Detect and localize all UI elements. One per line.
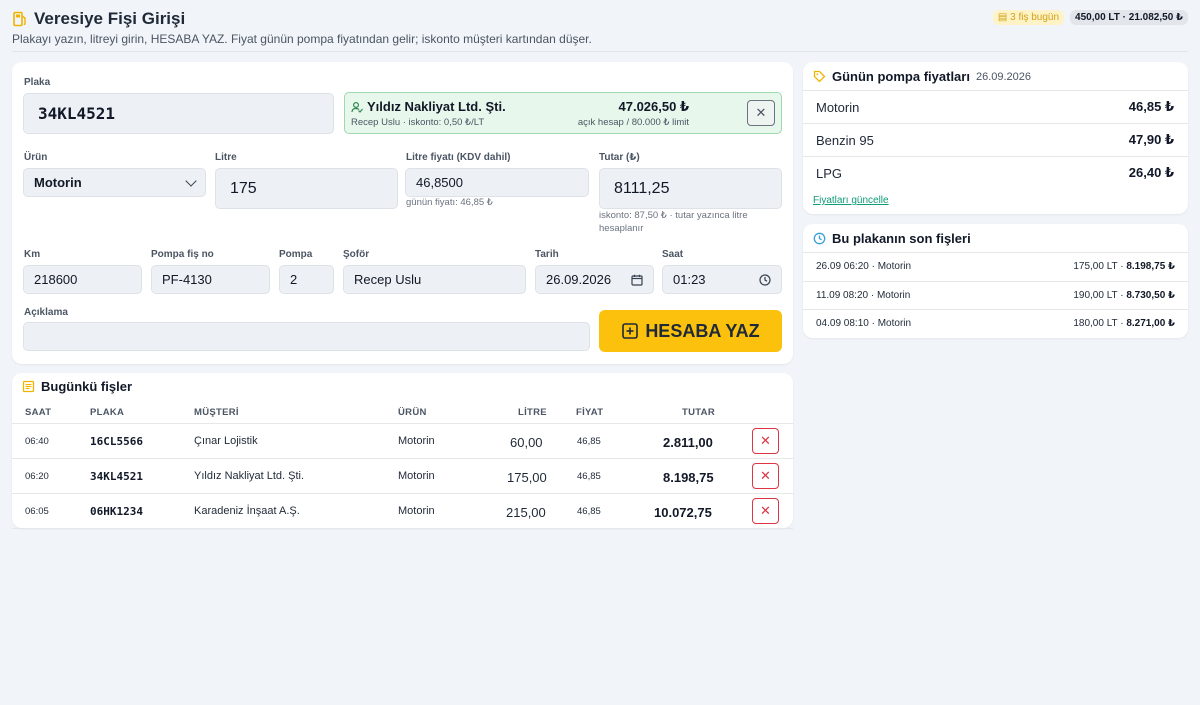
page-header: Veresiye Fişi Girişi Plakayı yazın, litr… bbox=[12, 8, 1188, 52]
driver-input[interactable]: Recep Uslu bbox=[343, 265, 526, 294]
total-hint: iskonto: 87,50 ₺ · tutar yazınca litre h… bbox=[599, 210, 748, 234]
column-header-price[interactable]: FİYAT bbox=[576, 407, 603, 418]
pump-prices-title: Günün pompa fiyatları bbox=[832, 69, 970, 84]
receipt-form-card: Plaka 34KL4521 Yıldız Nakliyat Ltd. Şti.… bbox=[12, 62, 793, 364]
column-header-time[interactable]: SAAT bbox=[25, 407, 51, 418]
price-row: Benzin 95 47,90 ₺ bbox=[803, 123, 1188, 156]
column-header-total[interactable]: TUTAR bbox=[682, 407, 715, 418]
pump-prices-date: 26.09.2026 bbox=[975, 70, 1032, 83]
driver-label: Şoför bbox=[343, 249, 370, 260]
litre-input[interactable]: 175 bbox=[215, 168, 398, 209]
receipt-icon: ▤ bbox=[997, 12, 1008, 23]
list-item: 26.09 06:20 · Motorin 175,00 LT · 8.198,… bbox=[803, 252, 1188, 280]
plate-recent-receipts-card: Bu plakanın son fişleri 26.09 06:20 · Mo… bbox=[803, 224, 1188, 338]
tag-icon bbox=[813, 70, 826, 83]
price-row: LPG 26,40 ₺ bbox=[803, 156, 1188, 189]
customer-details: Recep Uslu · iskonto: 0,50 ₺/LT bbox=[351, 117, 485, 128]
product-label: Ürün bbox=[24, 152, 48, 163]
delete-receipt-button[interactable]: ✕ bbox=[752, 463, 779, 489]
close-icon: ✕ bbox=[760, 468, 771, 483]
time-input[interactable]: 01:23 bbox=[662, 265, 782, 294]
submit-charge-button[interactable]: HESABA YAZ bbox=[599, 310, 782, 352]
column-header-product[interactable]: ÜRÜN bbox=[398, 407, 427, 418]
unit-price-hint: günün fiyatı: 46,85 ₺ bbox=[406, 197, 493, 208]
table-row: 06:20 34KL4521 Yıldız Nakliyat Ltd. Şti.… bbox=[12, 459, 793, 494]
todays-receipts-card: Bugünkü fişler SAAT PLAKA MÜŞTERİ ÜRÜN L… bbox=[12, 373, 793, 529]
km-input[interactable]: 218600 bbox=[23, 265, 142, 294]
customer-limit: açık hesap / 80.000 ₺ limit bbox=[577, 117, 689, 128]
chevron-down-icon bbox=[185, 175, 197, 187]
date-input[interactable]: 26.09.2026 bbox=[535, 265, 654, 294]
update-prices-link[interactable]: Fiyatları güncelle bbox=[813, 195, 889, 206]
unit-price-label: Litre fiyatı (KDV dahil) bbox=[406, 152, 511, 163]
history-icon bbox=[813, 232, 826, 245]
product-select[interactable]: Motorin bbox=[23, 168, 206, 197]
receipt-count-badge: ▤ 3 fiş bugün bbox=[992, 10, 1065, 25]
pump-slip-input[interactable]: PF-4130 bbox=[151, 265, 270, 294]
list-item: 11.09 08:20 · Motorin 190,00 LT · 8.730,… bbox=[803, 281, 1188, 309]
pump-input[interactable]: 2 bbox=[279, 265, 334, 294]
page-subtitle: Plakayı yazın, litreyi girin, HESABA YAZ… bbox=[12, 32, 592, 46]
litre-label: Litre bbox=[215, 152, 237, 163]
add-receipt-icon bbox=[622, 323, 639, 339]
todays-receipts-title: Bugünkü fişler bbox=[41, 379, 133, 394]
recent-receipts-title: Bu plakanın son fişleri bbox=[832, 231, 971, 246]
list-item: 04.09 08:10 · Motorin 180,00 LT · 8.271,… bbox=[803, 309, 1188, 337]
fuel-pump-icon bbox=[13, 11, 26, 27]
note-label: Açıklama bbox=[24, 307, 68, 318]
calendar-icon[interactable] bbox=[631, 274, 643, 286]
receipt-list-icon bbox=[22, 380, 35, 393]
date-label: Tarih bbox=[535, 249, 559, 260]
delete-receipt-button[interactable]: ✕ bbox=[752, 428, 779, 454]
customer-balance: 47.026,50 ₺ bbox=[618, 99, 690, 114]
column-header-customer[interactable]: MÜŞTERİ bbox=[194, 407, 239, 418]
total-label: Tutar (₺) bbox=[599, 152, 640, 163]
km-label: Km bbox=[24, 249, 41, 260]
customer-card: Yıldız Nakliyat Ltd. Şti. Recep Uslu · i… bbox=[344, 92, 782, 134]
note-input[interactable] bbox=[23, 322, 590, 351]
table-row: 06:05 06HK1234 Karadeniz İnşaat A.Ş. Mot… bbox=[12, 494, 793, 529]
pump-prices-card: Günün pompa fiyatları 26.09.2026 Motorin… bbox=[803, 62, 1188, 214]
pump-label: Pompa bbox=[279, 249, 313, 260]
pump-slip-label: Pompa fiş no bbox=[151, 249, 214, 260]
unit-price-input[interactable]: 46,8500 bbox=[405, 168, 589, 197]
page-title: Veresiye Fişi Girişi bbox=[34, 9, 186, 28]
price-row: Motorin 46,85 ₺ bbox=[803, 90, 1188, 123]
plate-input[interactable]: 34KL4521 bbox=[23, 93, 334, 134]
column-header-plate[interactable]: PLAKA bbox=[90, 407, 124, 418]
user-check-icon bbox=[351, 101, 363, 113]
delete-receipt-button[interactable]: ✕ bbox=[752, 498, 779, 524]
table-row: 06:40 16CL5566 Çınar Lojistik Motorin 60… bbox=[12, 424, 793, 459]
clear-customer-button[interactable]: ✕ bbox=[747, 100, 775, 126]
daily-total-badge: 450,00 LT · 21.082,50 ₺ bbox=[1070, 10, 1188, 25]
column-header-litre[interactable]: LİTRE bbox=[518, 407, 547, 418]
clock-icon[interactable] bbox=[759, 273, 771, 286]
total-input[interactable]: 8111,25 bbox=[599, 168, 782, 209]
customer-name: Yıldız Nakliyat Ltd. Şti. bbox=[367, 99, 506, 114]
close-icon: ✕ bbox=[755, 105, 767, 120]
close-icon: ✕ bbox=[760, 433, 771, 448]
time-label: Saat bbox=[662, 249, 684, 260]
close-icon: ✕ bbox=[760, 503, 771, 518]
plate-label: Plaka bbox=[24, 77, 51, 88]
